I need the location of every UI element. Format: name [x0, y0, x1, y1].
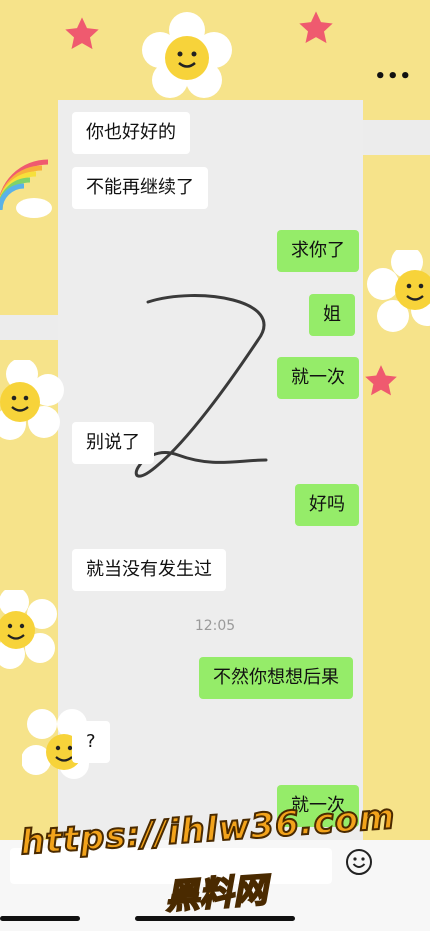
message-bubble-sent[interactable]: 姐 [309, 294, 355, 336]
rainbow-icon [0, 159, 52, 218]
watermark-site-name: 黑料网 [163, 869, 270, 918]
smiling-flower-icon [142, 12, 232, 98]
smiling-flower-icon [0, 360, 64, 440]
message-bubble-received[interactable]: 你也好好的 [72, 112, 190, 154]
star-icon [299, 11, 333, 44]
message-bubble-sent[interactable]: 好吗 [295, 484, 359, 526]
message-timestamp: 12:05 [194, 618, 236, 634]
message-bubble-sent[interactable]: 就一次 [277, 357, 359, 399]
star-icon [65, 17, 99, 50]
message-bubble-received[interactable]: 别说了 [72, 422, 154, 464]
message-bubble-received[interactable]: ? [72, 721, 110, 763]
star-icon [365, 365, 397, 396]
message-bubble-sent[interactable]: 不然你想想后果 [199, 657, 353, 699]
handwritten-scribble [134, 294, 268, 478]
emoji-icon[interactable] [345, 848, 373, 876]
home-indicator [135, 916, 295, 921]
message-bubble-sent[interactable]: 求你了 [277, 230, 359, 272]
message-bubble-received[interactable]: 就当没有发生过 [72, 549, 226, 591]
home-indicator [0, 916, 80, 921]
more-dots-icon[interactable]: ••• [374, 66, 412, 87]
chat-screen: ••• 你也好好的 不能再继续了 求你了 姐 就一次 别说了 好吗 就当没有发生… [0, 0, 430, 931]
smiling-flower-icon [367, 250, 430, 332]
message-bubble-received[interactable]: 不能再继续了 [72, 167, 208, 209]
